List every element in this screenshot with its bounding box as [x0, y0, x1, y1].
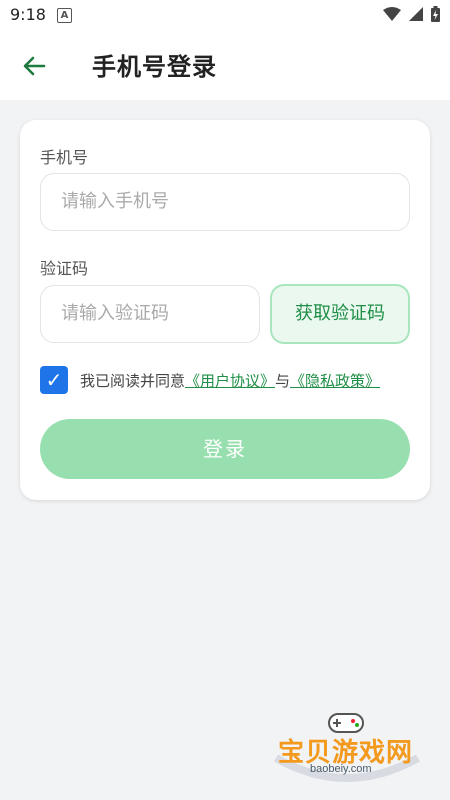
notification-app-icon: A	[57, 8, 72, 23]
login-button[interactable]: 登录	[40, 419, 410, 479]
status-time: 9:18	[10, 5, 46, 24]
status-icons	[383, 6, 440, 22]
code-label: 验证码	[40, 259, 89, 278]
agreement-checkbox[interactable]: ✓	[40, 366, 68, 394]
watermark-url: baobeiy.com	[310, 763, 372, 775]
phone-label: 手机号	[40, 148, 89, 167]
agreement-row: ✓ 我已阅读并同意《用户协议》与《隐私政策》	[40, 366, 420, 394]
watermark: 宝贝游戏网 baobeiy.com	[270, 710, 430, 790]
agreement-connector: 与	[275, 372, 291, 390]
phone-input[interactable]: 请输入手机号	[40, 173, 410, 231]
privacy-policy-link[interactable]: 《隐私政策》	[290, 372, 380, 390]
battery-icon	[431, 6, 440, 22]
signal-icon	[409, 7, 423, 21]
agreement-text: 我已阅读并同意《用户协议》与《隐私政策》	[80, 370, 380, 391]
wifi-icon	[383, 7, 401, 21]
back-button[interactable]	[18, 50, 50, 82]
arrow-left-icon	[23, 56, 46, 76]
agreement-prefix: 我已阅读并同意	[80, 372, 186, 390]
app-bar: 手机号登录	[0, 30, 450, 100]
status-bar: 9:18 A	[0, 0, 450, 30]
code-input[interactable]: 请输入验证码	[40, 285, 260, 343]
gamepad-icon	[328, 713, 364, 733]
page-title: 手机号登录	[92, 53, 217, 81]
user-agreement-link[interactable]: 《用户协议》	[185, 372, 275, 390]
check-icon: ✓	[45, 368, 63, 392]
login-card: 手机号 请输入手机号 验证码 请输入验证码 获取验证码 ✓ 我已阅读并同意《用户…	[20, 120, 430, 500]
get-code-button[interactable]: 获取验证码	[270, 284, 410, 344]
